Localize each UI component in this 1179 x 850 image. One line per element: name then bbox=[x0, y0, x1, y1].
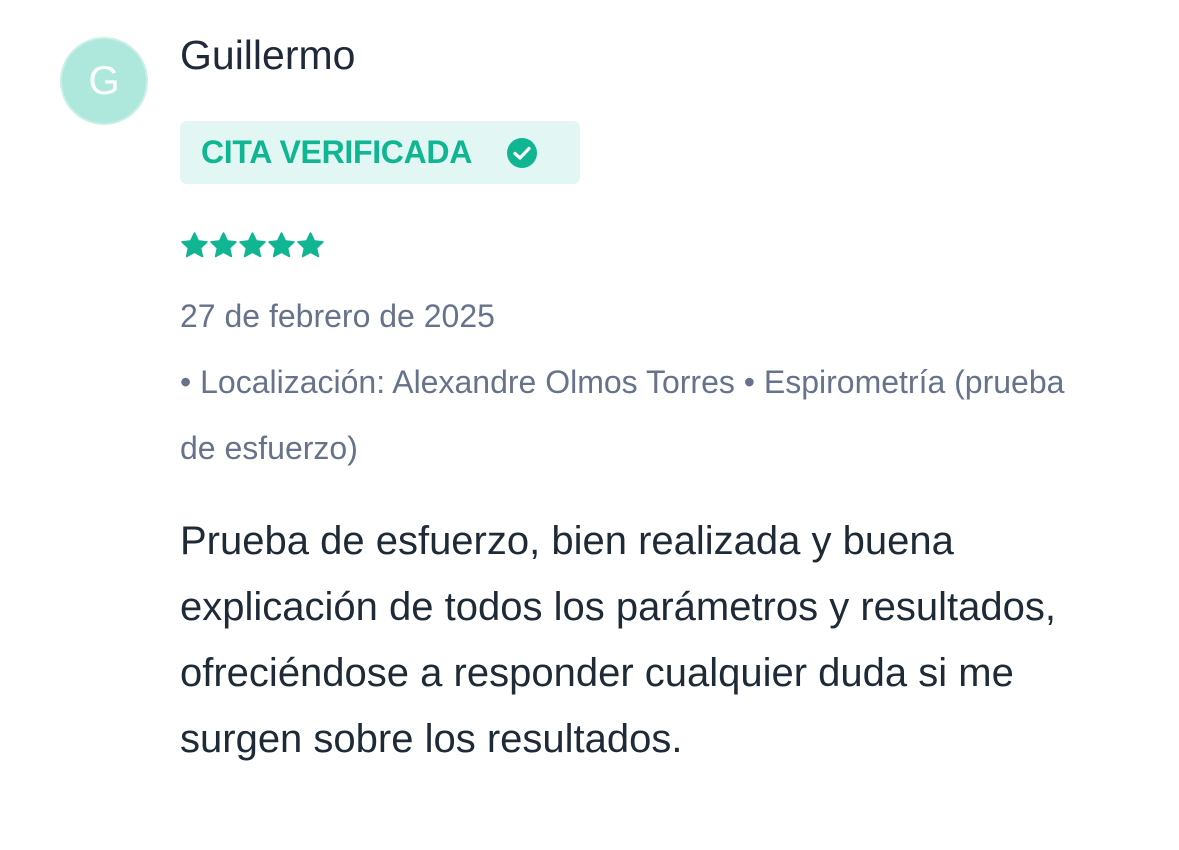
author-name: Guillermo bbox=[180, 32, 356, 78]
star-icon bbox=[180, 231, 209, 260]
star-rating bbox=[180, 231, 325, 260]
review-text: Prueba de esfuerzo, bien realizada y bue… bbox=[180, 519, 1057, 761]
verified-badge: CITA VERIFICADA bbox=[180, 121, 580, 184]
avatar: G bbox=[60, 37, 148, 125]
review-location-service: • Localización: Alexandre Olmos Torres •… bbox=[180, 364, 1065, 466]
star-icon bbox=[296, 231, 325, 260]
check-circle-icon bbox=[506, 137, 538, 169]
star-icon bbox=[209, 231, 238, 260]
review-date: 27 de febrero de 2025 bbox=[180, 298, 495, 334]
review-card: G Guillermo CITA VERIFICADA 27 de febrer… bbox=[0, 0, 1179, 850]
star-icon bbox=[267, 231, 296, 260]
star-icon bbox=[238, 231, 267, 260]
verified-badge-label: CITA VERIFICADA bbox=[201, 134, 473, 170]
